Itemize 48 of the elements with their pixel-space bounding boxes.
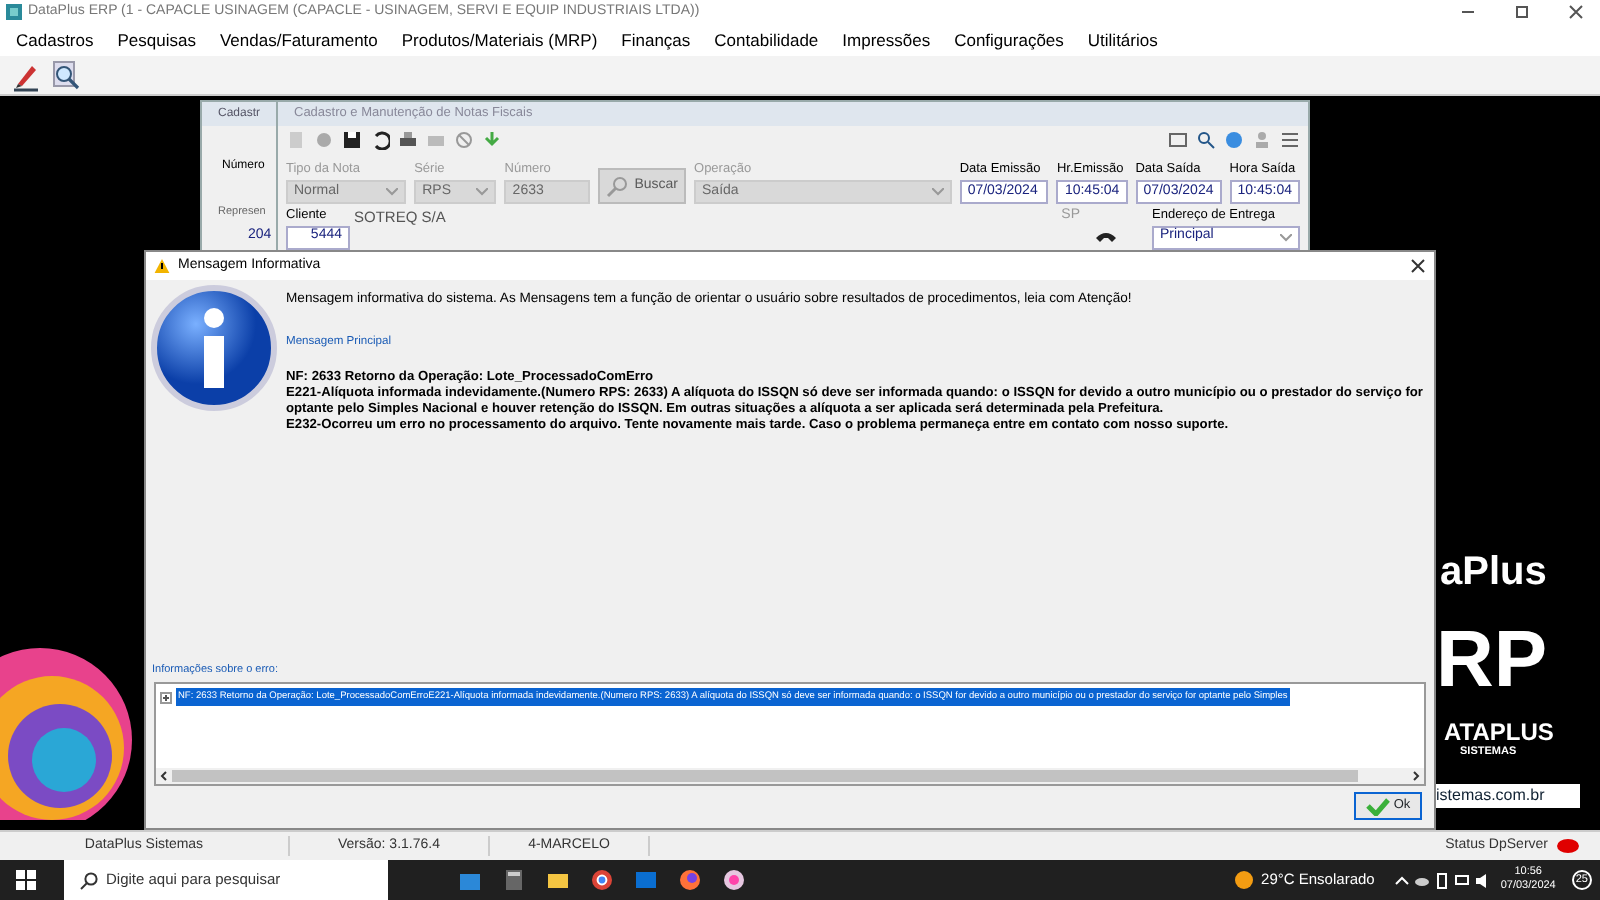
close-icon[interactable]	[1410, 258, 1426, 274]
magnifier-icon[interactable]	[52, 59, 80, 91]
logo-text: ATAPLUS	[1444, 720, 1554, 744]
app-logo-icon	[6, 4, 22, 20]
caret-up-icon[interactable]	[1394, 871, 1411, 889]
save-icon[interactable]	[342, 130, 362, 150]
maximize-icon[interactable]	[1514, 4, 1530, 20]
search-icon[interactable]	[1196, 130, 1216, 150]
caret-icon	[1280, 233, 1292, 241]
caret-icon	[386, 187, 399, 196]
magnifier-icon	[606, 173, 631, 198]
app-icon[interactable]	[722, 868, 746, 892]
fox-browser-icon[interactable]	[678, 868, 702, 892]
sun-icon[interactable]	[1233, 870, 1254, 890]
menu-item[interactable]: Finanças	[621, 27, 691, 53]
globe-icon[interactable]	[1224, 130, 1244, 150]
website-text: istemas.com.br	[1436, 784, 1580, 808]
status-dot-icon	[1556, 838, 1580, 854]
menu-item[interactable]: Produtos/Materiais (MRP)	[401, 27, 598, 53]
scroll-left-icon[interactable]	[156, 768, 172, 784]
menu-item[interactable]: Contabilidade	[714, 27, 819, 53]
printer-icon[interactable]	[398, 130, 418, 150]
warning-icon	[154, 258, 170, 274]
menu-item[interactable]: Impressões	[842, 27, 931, 53]
search-icon	[80, 871, 98, 889]
menu-item[interactable]: Utilitários	[1087, 27, 1158, 53]
check-icon	[1365, 797, 1390, 815]
caret-icon	[931, 187, 944, 196]
logo-text: aPlus	[1440, 552, 1547, 592]
undo-icon[interactable]	[370, 130, 390, 150]
menu-item[interactable]: Configurações	[954, 27, 1064, 53]
expand-icon[interactable]	[160, 691, 172, 704]
window-icon[interactable]	[1168, 130, 1188, 150]
scroll-right-icon[interactable]	[1408, 768, 1424, 784]
menu-item[interactable]: Vendas/Faturamento	[219, 27, 378, 53]
speaker-icon[interactable]	[1474, 871, 1491, 889]
list-icon[interactable]	[1280, 130, 1300, 150]
browser-icon[interactable]	[590, 868, 614, 892]
menu-item[interactable]: Pesquisas	[117, 27, 196, 53]
calculator-icon[interactable]	[502, 868, 526, 892]
logo-text: RP	[1436, 620, 1548, 700]
phone-icon[interactable]	[1092, 227, 1120, 247]
caret-icon	[476, 187, 489, 196]
download-arrow-icon[interactable]	[482, 130, 502, 150]
info-icon	[150, 284, 278, 412]
close-icon[interactable]	[1568, 4, 1584, 20]
menu-item[interactable]: Cadastros	[16, 27, 94, 53]
windows-logo-icon[interactable]	[16, 870, 36, 890]
